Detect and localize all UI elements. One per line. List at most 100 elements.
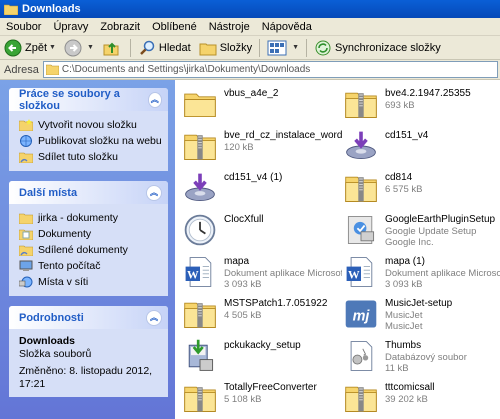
file-meta: pckukacky_setup — [224, 336, 301, 352]
clock-icon — [180, 210, 220, 250]
file-detail: Google Inc. — [385, 237, 434, 248]
file-item[interactable]: cd151_v4 — [341, 126, 500, 170]
details-header[interactable]: Podrobnosti ︽ — [9, 306, 168, 329]
collapse-icon[interactable]: ︽ — [146, 309, 162, 326]
sync-folder-button[interactable]: Synchronizace složky — [310, 37, 445, 59]
file-name: MSTSPatch1.7.051922 — [224, 298, 328, 309]
file-detail: 5 108 kB — [224, 394, 262, 405]
details-title: Podrobnosti — [19, 311, 84, 324]
file-item[interactable]: MSTSPatch1.7.051922 4 505 kB — [180, 294, 342, 338]
musicjet-icon: mj — [341, 294, 381, 334]
file-detail: 39 202 kB — [385, 394, 428, 405]
file-meta: mapaDokument aplikace Microsoft ...3 093… — [224, 252, 342, 290]
address-value: C:\Documents and Settings\jirka\Dokument… — [61, 64, 311, 75]
menu-oblibene[interactable]: Oblíbené — [146, 21, 203, 33]
zip-folder-icon — [180, 126, 220, 166]
file-item[interactable]: tttcomicsall 39 202 kB — [341, 378, 500, 419]
chevron-down-icon[interactable]: ▼ — [292, 44, 299, 51]
place-shared-documents[interactable]: Sdílené dokumenty — [19, 242, 160, 258]
folders-button[interactable]: Složky — [195, 37, 256, 59]
file-item[interactable]: Wmapa (1)Dokument aplikace Microsoft ...… — [341, 252, 500, 296]
word-document-icon: W — [341, 252, 381, 292]
file-name: cd151_v4 (1) — [224, 172, 283, 183]
file-detail: 120 kB — [224, 142, 254, 153]
menu-zobrazit[interactable]: Zobrazit — [94, 21, 146, 33]
file-item[interactable]: TotallyFreeConverter 5 108 kB — [180, 378, 342, 419]
network-icon — [19, 276, 33, 288]
collapse-icon[interactable]: ︽ — [147, 91, 162, 108]
file-detail: Dokument aplikace Microsoft ... — [385, 268, 500, 279]
menu-upravy[interactable]: Úpravy — [47, 21, 94, 33]
file-meta: MSTSPatch1.7.051922 4 505 kB — [224, 294, 327, 321]
place-my-computer[interactable]: Tento počítač — [19, 258, 160, 274]
toolbar-separator — [129, 38, 131, 57]
new-folder-icon — [19, 119, 33, 131]
search-button[interactable]: Hledat — [134, 37, 195, 59]
chevron-down-icon[interactable]: ▼ — [87, 44, 94, 51]
file-meta: MusicJet-setup MusicJet MusicJet — [385, 294, 452, 332]
file-detail: 4 505 kB — [224, 310, 262, 321]
file-item[interactable]: Thumbs Databázový soubor 11 kB — [341, 336, 500, 380]
file-meta: tttcomicsall 39 202 kB — [385, 378, 434, 405]
file-meta: cd151_v4 (1) — [224, 168, 282, 184]
file-item[interactable]: vbus_a4e_2 — [180, 84, 342, 128]
zip-folder-icon — [180, 378, 220, 418]
file-meta: cd151_v4 — [385, 126, 428, 142]
file-item[interactable]: cd814 6 575 kB — [341, 168, 500, 212]
file-meta: Thumbs Databázový soubor 11 kB — [385, 336, 467, 374]
details-modified: Změněno: 8. listopadu 2012, 17:21 — [19, 365, 153, 390]
folder-icon — [180, 84, 220, 124]
file-item[interactable]: WmapaDokument aplikace Microsoft ...3 09… — [180, 252, 342, 296]
chevron-down-icon[interactable]: ▼ — [49, 44, 56, 51]
sync-icon — [315, 40, 331, 55]
menu-bar: Soubor Úpravy Zobrazit Oblíbené Nástroje… — [0, 18, 500, 36]
database-icon — [341, 336, 381, 376]
menu-napoveda[interactable]: Nápověda — [256, 21, 318, 33]
file-detail: 11 kB — [385, 363, 409, 374]
file-item[interactable]: GoogleEarthPluginSetup Google Update Setu… — [341, 210, 500, 254]
file-name: ClocXfull — [224, 214, 264, 225]
svg-text:mj: mj — [353, 308, 371, 324]
collapse-icon[interactable]: ︽ — [146, 184, 162, 201]
file-detail: Google Update Setup — [385, 226, 477, 237]
file-meta: cd814 6 575 kB — [385, 168, 423, 195]
file-name: vbus_a4e_2 — [224, 88, 279, 99]
place-jirka-documents[interactable]: jirka - dokumenty — [19, 210, 160, 226]
file-item[interactable]: mj MusicJet-setup MusicJet MusicJet — [341, 294, 500, 338]
file-name: mapa — [224, 256, 250, 267]
menu-nastroje[interactable]: Nástroje — [203, 21, 256, 33]
file-detail: 6 575 kB — [385, 184, 423, 195]
task-share-folder[interactable]: Sdílet tuto složku — [19, 149, 160, 165]
search-icon — [140, 40, 155, 55]
place-network[interactable]: Místa v síti — [19, 274, 160, 290]
file-name: MusicJet-setup — [385, 298, 453, 309]
file-item[interactable]: bve_rd_cz_instalace_word 120 kB — [180, 126, 342, 170]
folder-up-icon — [103, 42, 119, 55]
task-publish-web[interactable]: Publikovat složku na webu — [19, 133, 162, 149]
up-button[interactable] — [98, 37, 127, 59]
file-item[interactable]: bve4.2.1947.25355 693 kB — [341, 84, 500, 128]
other-places-header[interactable]: Další místa ︽ — [9, 181, 168, 204]
forward-button[interactable]: ▼ — [60, 37, 98, 59]
address-field[interactable]: C:\Documents and Settings\jirka\Dokument… — [42, 61, 498, 78]
file-tasks-box: Práce se soubory a složkou ︽ Vytvořit no… — [9, 88, 168, 171]
views-button[interactable]: ▼ — [263, 37, 303, 59]
file-name: bve_rd_cz_instalace_word — [224, 130, 342, 141]
file-tasks-header[interactable]: Práce se soubory a složkou ︽ — [9, 88, 168, 112]
back-button[interactable]: Zpět ▼ — [0, 37, 60, 59]
svg-text:W: W — [187, 268, 199, 281]
word-document-icon: W — [180, 252, 220, 292]
file-name: TotallyFreeConverter — [224, 382, 317, 393]
details-type: Složka souborů — [19, 348, 92, 360]
task-new-folder[interactable]: Vytvořit novou složku — [19, 117, 160, 133]
menu-soubor[interactable]: Soubor — [0, 21, 47, 33]
file-item[interactable]: cd151_v4 (1) — [180, 168, 342, 212]
toolbar-separator — [306, 38, 308, 57]
file-name: tttcomicsall — [385, 382, 435, 393]
place-documents[interactable]: Dokumenty — [19, 226, 160, 242]
file-item[interactable]: ClocXfull — [180, 210, 342, 254]
file-detail: MusicJet — [385, 310, 423, 321]
folder-icon — [4, 4, 18, 15]
file-item[interactable]: pckukacky_setup — [180, 336, 342, 380]
other-places-title: Další místa — [19, 186, 78, 199]
